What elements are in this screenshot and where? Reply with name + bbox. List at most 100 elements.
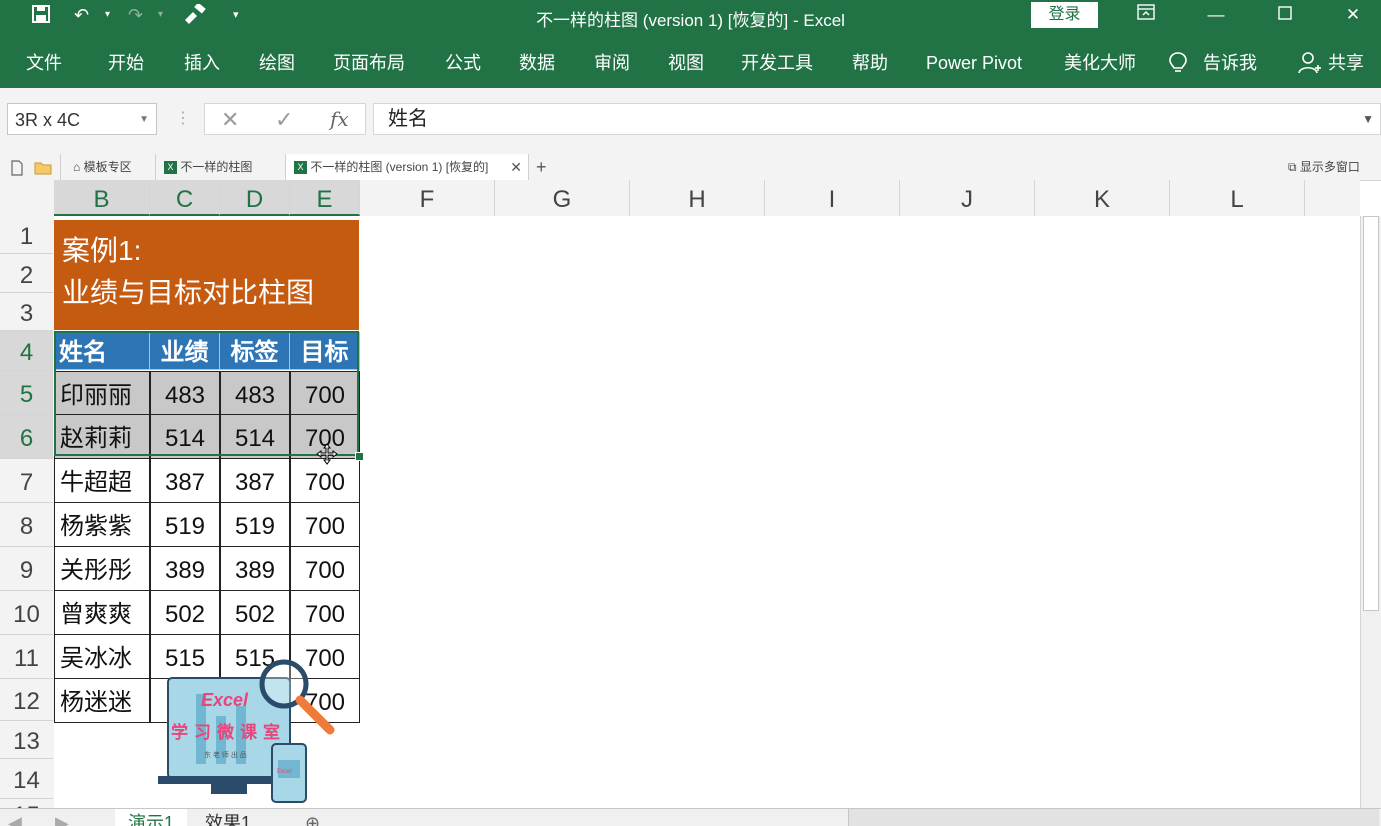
- header-cell[interactable]: 目标: [290, 332, 360, 370]
- tab-data[interactable]: 数据: [519, 52, 555, 74]
- user-icon[interactable]: [1298, 52, 1322, 79]
- tab-view[interactable]: 视图: [668, 52, 704, 74]
- data-cell[interactable]: 502: [150, 591, 220, 635]
- column-header-H[interactable]: H: [630, 180, 765, 216]
- tab-power-pivot[interactable]: Power Pivot: [926, 52, 1022, 74]
- tab-developer[interactable]: 开发工具: [741, 52, 813, 74]
- lightbulb-icon[interactable]: [1168, 52, 1188, 79]
- column-header-B[interactable]: B: [54, 180, 150, 216]
- case-title-block[interactable]: 案例1: 业绩与目标对比柱图: [54, 220, 359, 330]
- row-header-3[interactable]: 3: [0, 293, 53, 331]
- row-header-12[interactable]: 12: [0, 679, 53, 721]
- column-header-J[interactable]: J: [900, 180, 1035, 216]
- add-tab-icon[interactable]: +: [536, 154, 547, 180]
- data-cell[interactable]: 514: [150, 415, 220, 459]
- workbook-tab-2-active[interactable]: X 不一样的柱图 (version 1) [恢复的] ✕: [285, 154, 529, 180]
- data-cell[interactable]: 700: [290, 547, 360, 591]
- tab-page-layout[interactable]: 页面布局: [333, 52, 405, 74]
- next-sheet-icon[interactable]: ▶: [55, 809, 69, 826]
- sheet-tab-effect1[interactable]: 效果1: [192, 809, 264, 826]
- row-header-6[interactable]: 6: [0, 415, 53, 459]
- data-cell[interactable]: 700: [290, 591, 360, 635]
- prev-sheet-icon[interactable]: ◀: [8, 809, 22, 826]
- data-cell[interactable]: 514: [220, 415, 290, 459]
- header-cell[interactable]: 姓名: [54, 332, 150, 370]
- enter-icon[interactable]: ✓: [275, 107, 293, 133]
- row-header-8[interactable]: 8: [0, 503, 53, 547]
- tab-beautify-master[interactable]: 美化大师: [1064, 52, 1136, 74]
- row-header-9[interactable]: 9: [0, 547, 53, 591]
- column-header-L[interactable]: L: [1170, 180, 1305, 216]
- data-cell[interactable]: 杨迷迷: [54, 679, 150, 723]
- data-cell[interactable]: 387: [220, 459, 290, 503]
- data-cell[interactable]: 牛超超: [54, 459, 150, 503]
- data-cell[interactable]: 曾爽爽: [54, 591, 150, 635]
- name-box[interactable]: 3R x 4C ▼: [7, 103, 157, 135]
- data-cell[interactable]: 483: [150, 371, 220, 415]
- data-cell[interactable]: 387: [150, 459, 220, 503]
- sheet-tab-demo1[interactable]: 演示1: [115, 809, 187, 826]
- tab-home[interactable]: 开始: [108, 52, 144, 74]
- data-cell[interactable]: 杨紫紫: [54, 503, 150, 547]
- tell-me-search[interactable]: 告诉我: [1203, 52, 1257, 74]
- row-header-7[interactable]: 7: [0, 459, 53, 503]
- close-icon[interactable]: ✕: [1333, 2, 1373, 28]
- drag-handle-icon[interactable]: ⋮: [175, 108, 191, 128]
- data-cell[interactable]: 389: [150, 547, 220, 591]
- chevron-down-icon[interactable]: ▼: [139, 104, 149, 136]
- add-sheet-icon[interactable]: ⊕: [305, 809, 320, 826]
- horizontal-scrollbar[interactable]: [848, 809, 1379, 826]
- row-header-1[interactable]: 1: [0, 216, 53, 254]
- data-cell[interactable]: 赵莉莉: [54, 415, 150, 459]
- vertical-scrollbar[interactable]: [1360, 216, 1381, 808]
- tab-file[interactable]: 文件: [26, 52, 62, 74]
- row-header-15[interactable]: 15: [0, 799, 53, 808]
- scroll-thumb[interactable]: [1363, 216, 1379, 611]
- tab-draw[interactable]: 绘图: [259, 52, 295, 74]
- column-header-F[interactable]: F: [360, 180, 495, 216]
- maximize-icon[interactable]: [1265, 2, 1305, 28]
- workbook-tab-1[interactable]: X 不一样的柱图: [155, 154, 285, 180]
- new-file-icon[interactable]: [10, 154, 24, 180]
- share-button[interactable]: 共享: [1328, 52, 1364, 74]
- login-button[interactable]: 登录: [1031, 2, 1098, 28]
- insert-function-icon[interactable]: fx: [330, 107, 349, 131]
- column-header-E[interactable]: E: [290, 180, 360, 216]
- data-cell[interactable]: 389: [220, 547, 290, 591]
- row-header-11[interactable]: 11: [0, 635, 53, 679]
- template-tab[interactable]: ⌂ 模板专区: [60, 154, 154, 180]
- data-cell[interactable]: 700: [290, 503, 360, 547]
- header-cell[interactable]: 业绩: [150, 332, 220, 370]
- fill-handle[interactable]: [355, 452, 364, 461]
- column-header-I[interactable]: I: [765, 180, 900, 216]
- minimize-icon[interactable]: —: [1196, 2, 1236, 28]
- column-header-K[interactable]: K: [1035, 180, 1170, 216]
- data-cell[interactable]: 519: [150, 503, 220, 547]
- row-header-4[interactable]: 4: [0, 331, 53, 371]
- header-cell[interactable]: 标签: [220, 332, 290, 370]
- data-cell[interactable]: 吴冰冰: [54, 635, 150, 679]
- tab-review[interactable]: 审阅: [594, 52, 630, 74]
- worksheet-grid[interactable]: 案例1: 业绩与目标对比柱图 姓名 业绩 标签 目标 印丽丽 483 483 700 赵莉莉 51…: [54, 216, 1360, 808]
- column-header-D[interactable]: D: [220, 180, 290, 216]
- multi-window-button[interactable]: ⧉ 显示多窗口: [1288, 154, 1360, 180]
- column-header-C[interactable]: C: [150, 180, 220, 216]
- row-header-10[interactable]: 10: [0, 591, 53, 635]
- tab-help[interactable]: 帮助: [852, 52, 888, 74]
- tab-insert[interactable]: 插入: [184, 52, 220, 74]
- row-header-2[interactable]: 2: [0, 254, 53, 293]
- expand-formula-icon[interactable]: ▼: [1362, 104, 1374, 134]
- close-tab-icon[interactable]: ✕: [510, 154, 522, 180]
- row-header-5[interactable]: 5: [0, 371, 53, 415]
- formula-input[interactable]: 姓名 ▼: [373, 103, 1381, 135]
- ribbon-display-icon[interactable]: [1126, 2, 1166, 28]
- folder-icon[interactable]: [34, 154, 52, 180]
- data-cell[interactable]: 483: [220, 371, 290, 415]
- data-cell[interactable]: 关彤彤: [54, 547, 150, 591]
- data-cell[interactable]: 502: [220, 591, 290, 635]
- data-cell[interactable]: 700: [290, 371, 360, 415]
- cancel-icon[interactable]: ✕: [221, 107, 239, 133]
- data-cell[interactable]: 519: [220, 503, 290, 547]
- row-header-13[interactable]: 13: [0, 721, 53, 759]
- column-header-G[interactable]: G: [495, 180, 630, 216]
